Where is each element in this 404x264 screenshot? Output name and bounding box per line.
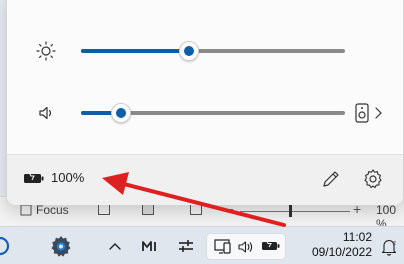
brightness-slider-row <box>7 36 404 66</box>
media-icon <box>142 241 156 251</box>
network-icon <box>214 239 231 254</box>
zoom-slider-thumb[interactable] <box>289 204 292 217</box>
focus-icon <box>20 204 32 216</box>
audio-output-icon <box>355 103 369 123</box>
battery-percentage: 100% <box>51 170 85 185</box>
clock-time: 11:02 <box>342 230 372 244</box>
clock-date: 09/10/2022 <box>311 245 372 259</box>
print-layout-button[interactable] <box>142 204 154 215</box>
media-tray-button[interactable] <box>138 227 162 264</box>
brightness-thumb[interactable] <box>179 41 200 61</box>
audio-output-button[interactable] <box>355 100 399 126</box>
notification-icon[interactable]: z <box>378 236 400 258</box>
svg-text:z: z <box>393 241 396 247</box>
brightness-icon <box>36 41 56 61</box>
start-icon <box>0 236 10 256</box>
start-button[interactable] <box>0 227 14 264</box>
quick-settings-flyout: 100% <box>6 0 404 205</box>
battery-tray-icon <box>262 239 280 250</box>
sliders-icon <box>179 240 193 252</box>
chevron-right-icon <box>375 107 382 119</box>
volume-slider-row <box>7 98 404 128</box>
clock-button[interactable]: 11:02 09/10/2022 <box>300 230 372 260</box>
chevron-up-icon <box>109 243 121 250</box>
settings-app-button[interactable] <box>44 227 78 264</box>
focus-label: Focus <box>36 203 69 217</box>
show-hidden-icons-button[interactable] <box>104 227 126 264</box>
read-mode-button[interactable] <box>98 204 110 215</box>
sliders-tray-button[interactable] <box>174 227 198 264</box>
brightness-fill <box>81 49 190 53</box>
web-layout-button[interactable] <box>190 204 202 215</box>
quick-settings-tray-button[interactable] <box>206 233 286 260</box>
battery-button[interactable]: 100% <box>23 170 84 185</box>
speaker-icon[interactable] <box>35 102 57 124</box>
volume-thumb[interactable] <box>110 103 131 123</box>
quick-settings-footer: 100% <box>7 154 403 205</box>
focus-button[interactable]: Focus <box>20 203 69 217</box>
desktop: Focus − + 100 % 100% 11:02 09/10/2022 z <box>0 0 404 264</box>
gear-app-icon <box>51 236 71 257</box>
settings-icon[interactable] <box>361 167 385 191</box>
zoom-slider[interactable] <box>240 211 350 212</box>
taskbar: 11:02 09/10/2022 z <box>0 226 404 264</box>
battery-icon <box>24 171 44 183</box>
edit-icon[interactable] <box>319 167 343 191</box>
volume-icon <box>238 241 253 253</box>
